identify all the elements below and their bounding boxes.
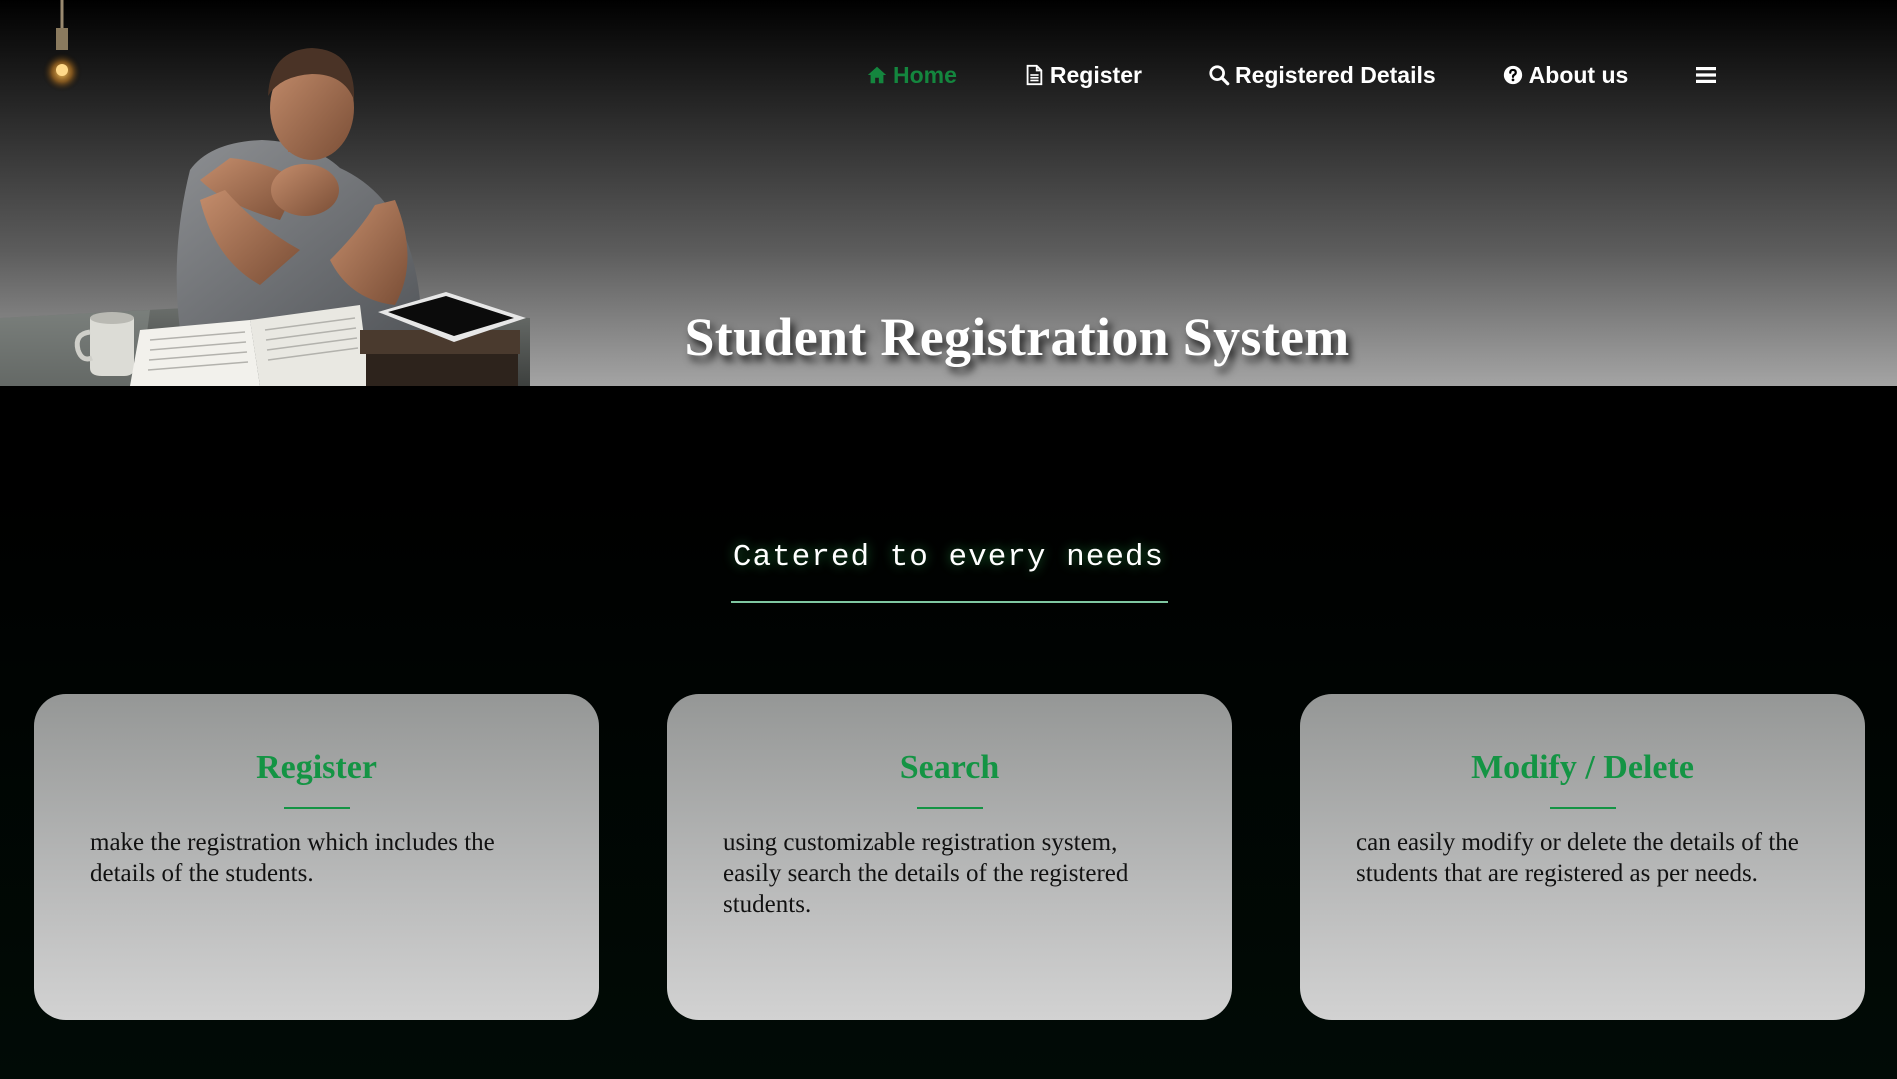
search-icon — [1208, 64, 1230, 86]
card-title: Search — [899, 749, 1000, 786]
section-heading-text: Catered to every needs — [732, 540, 1165, 575]
nav-register[interactable]: Register — [1023, 62, 1142, 89]
card-divider — [283, 807, 350, 809]
hero-banner: Home Register Registered Details About u… — [0, 0, 1897, 386]
page: Home Register Registered Details About u… — [0, 0, 1897, 1079]
question-circle-icon — [1502, 64, 1524, 86]
card-divider — [1549, 807, 1616, 809]
page-title: Student Registration System — [684, 307, 1350, 367]
nav-register-label: Register — [1049, 61, 1142, 88]
card-divider — [916, 807, 983, 809]
card-title: Modify / Delete — [1471, 749, 1694, 786]
nav-registered-details-label: Registered Details — [1234, 61, 1436, 88]
nav-home-label: Home — [893, 61, 957, 88]
section-heading-underline — [731, 601, 1168, 603]
feature-cards: Register make the registration which inc… — [34, 694, 1866, 1020]
card-description: make the registration which includes the… — [90, 829, 495, 887]
feature-card-search[interactable]: Search using customizable registration s… — [667, 694, 1232, 1020]
hamburger-menu-icon[interactable] — [1694, 63, 1718, 87]
nav-about-us[interactable]: About us — [1502, 61, 1629, 89]
card-description: using customizable registration system, … — [723, 829, 1129, 918]
feature-card-register[interactable]: Register make the registration which inc… — [34, 694, 599, 1020]
document-icon — [1023, 64, 1045, 86]
card-title: Register — [256, 749, 377, 786]
nav-about-us-label: About us — [1528, 61, 1629, 88]
nav-registered-details[interactable]: Registered Details — [1208, 62, 1436, 89]
card-description: can easily modify or delete the details … — [1356, 829, 1799, 887]
home-icon — [866, 64, 888, 86]
section-heading: Catered to every needs — [0, 540, 1897, 575]
nav-home[interactable]: Home — [866, 62, 957, 89]
main-nav: Home Register Registered Details About u… — [866, 55, 1718, 95]
feature-card-modify-delete[interactable]: Modify / Delete can easily modify or del… — [1300, 694, 1865, 1020]
